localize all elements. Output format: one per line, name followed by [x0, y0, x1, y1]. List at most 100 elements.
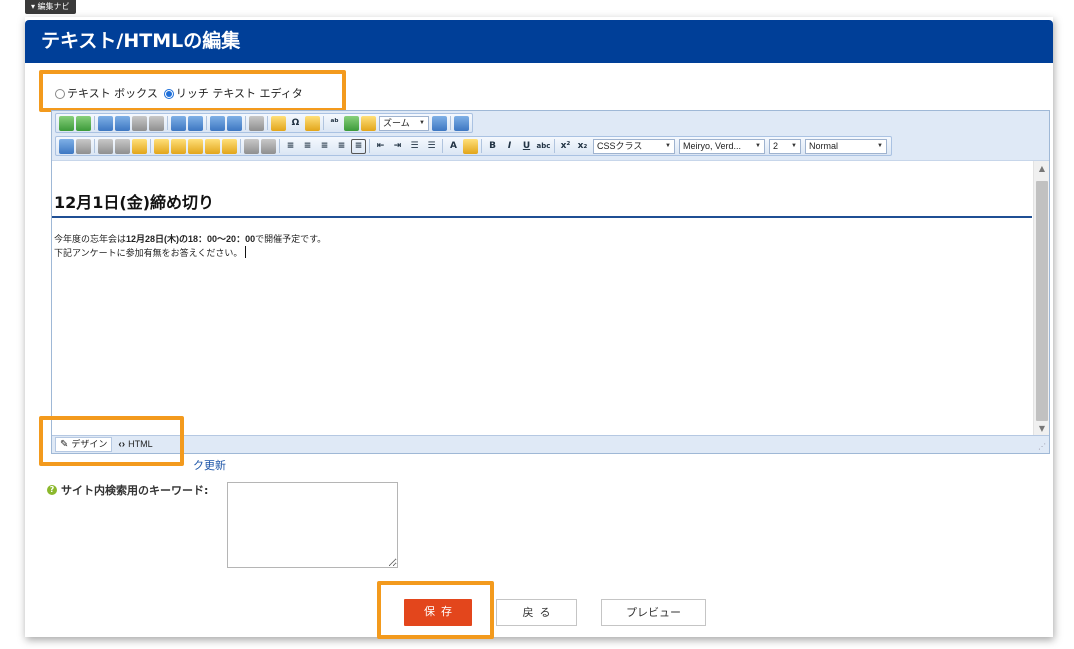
chevron-down-icon: ▼: [791, 142, 797, 149]
back-button[interactable]: 戻る: [496, 599, 577, 626]
separator: [245, 116, 246, 130]
template-icon[interactable]: [188, 115, 203, 131]
italic-icon[interactable]: I: [502, 139, 517, 154]
unlink-icon[interactable]: [76, 115, 91, 131]
zoom-dropdown[interactable]: ズーム ▼: [379, 115, 429, 131]
flash-icon[interactable]: [132, 115, 147, 131]
indent-icon[interactable]: ⇥: [390, 139, 405, 154]
paste-format-icon[interactable]: [222, 138, 237, 154]
paragraph-format-dropdown-label: Normal: [809, 140, 839, 151]
separator: [450, 116, 451, 130]
preview-button[interactable]: プレビュー: [601, 599, 706, 626]
format-stripper-icon[interactable]: [305, 115, 320, 131]
paragraph-format-dropdown[interactable]: Normal ▼: [805, 138, 887, 154]
toolbar-group: Ω ᵃᵇ ズーム ▼: [55, 113, 473, 133]
content-line-1: 今年度の忘年会は12月28日(木)の18：00〜20：00で開催予定です。: [54, 233, 326, 245]
copy-icon[interactable]: [115, 138, 130, 154]
align-left-icon[interactable]: ≡: [283, 139, 298, 154]
keyword-textarea[interactable]: [227, 482, 398, 568]
editor-mode-bar: ✎ デザイン ‹› HTML ⋰: [52, 435, 1049, 453]
chevron-down-icon: ▼: [419, 119, 425, 126]
text-caret: [245, 246, 247, 258]
rich-text-editor: Ω ᵃᵇ ズーム ▼ ≡ ≡ ≡ ≡ ≡ ⇤ ⇥ ☰ ☰ A B I U abc…: [51, 110, 1050, 454]
redo-icon[interactable]: [76, 138, 91, 154]
chevron-down-icon: ▼: [755, 142, 761, 149]
help-icon[interactable]: ?: [47, 485, 57, 495]
horizontal-rule-icon[interactable]: [249, 115, 264, 131]
bold-icon[interactable]: B: [485, 139, 500, 154]
print-icon[interactable]: [244, 138, 259, 154]
justify-icon[interactable]: ≡: [334, 139, 349, 154]
separator: [94, 139, 95, 153]
editor-content-area[interactable]: 12月1日(金)締め切り 今年度の忘年会は12月28日(木)の18：00〜20：…: [52, 160, 1049, 436]
paste-plain-icon[interactable]: [171, 138, 186, 154]
paste-icon[interactable]: [361, 115, 376, 131]
justify-none-icon[interactable]: ≡: [351, 138, 366, 154]
css-class-dropdown-label: CSSクラス: [597, 140, 643, 151]
document-icon[interactable]: [171, 115, 186, 131]
image-icon[interactable]: [98, 115, 113, 131]
separator: [481, 139, 482, 153]
spellcheck-icon[interactable]: ᵃᵇ: [327, 116, 342, 131]
font-color-icon[interactable]: A: [446, 139, 461, 154]
content-line-1-suffix: で開催予定です。: [255, 234, 327, 244]
separator: [206, 116, 207, 130]
separator: [554, 139, 555, 153]
chevron-down-icon: ▼: [877, 142, 883, 149]
font-size-dropdown-label: 2: [773, 140, 779, 151]
separator: [279, 139, 280, 153]
module-manager-icon[interactable]: [432, 115, 447, 131]
content-line-2: 下記アンケートに参加有無をお答えください。: [54, 246, 247, 259]
edit-navi-tab[interactable]: ▾ 編集ナビ: [25, 0, 76, 14]
scroll-up-icon[interactable]: ▲: [1037, 164, 1047, 173]
editor-update-link[interactable]: ク更新: [193, 457, 226, 473]
highlight-color-icon[interactable]: [463, 138, 478, 154]
highlight-mode-tabs: [39, 416, 184, 466]
content-line-1-date: 12月28日(木)の18：00〜20：00: [126, 234, 256, 244]
emoticon-icon[interactable]: [271, 115, 286, 131]
link-icon[interactable]: [59, 115, 74, 131]
insert-row-icon[interactable]: [210, 115, 225, 131]
help-icon[interactable]: [454, 115, 469, 131]
vertical-scrollbar[interactable]: ▲ ▼: [1033, 161, 1049, 436]
content-line-2-text: 下記アンケートに参加有無をお答えください。: [54, 248, 243, 258]
paste-html-icon[interactable]: [188, 138, 203, 154]
align-center-icon[interactable]: ≡: [300, 139, 315, 154]
font-size-dropdown[interactable]: 2 ▼: [769, 138, 801, 154]
align-right-icon[interactable]: ≡: [317, 139, 332, 154]
table-icon[interactable]: [227, 115, 242, 131]
media-icon[interactable]: [149, 115, 164, 131]
paste-word-icon[interactable]: [154, 138, 169, 154]
edit-panel: テキスト/HTMLの編集 テキスト ボックス リッチ テキスト エディタ Ω ᵃ…: [25, 17, 1053, 639]
toolbar-row-1: Ω ᵃᵇ ズーム ▼: [52, 112, 1049, 134]
underline-icon[interactable]: U: [519, 139, 534, 154]
image-manager-icon[interactable]: [115, 115, 130, 131]
scroll-thumb[interactable]: [1036, 181, 1048, 421]
css-class-dropdown[interactable]: CSSクラス ▼: [593, 138, 675, 154]
separator: [240, 139, 241, 153]
subscript-icon[interactable]: x₂: [575, 139, 590, 154]
chevron-down-icon: ▼: [665, 142, 671, 149]
separator: [442, 139, 443, 153]
strikethrough-icon[interactable]: abc: [536, 139, 551, 154]
find-replace-icon[interactable]: [261, 138, 276, 154]
outdent-icon[interactable]: ⇤: [373, 139, 388, 154]
superscript-icon[interactable]: x²: [558, 139, 573, 154]
font-name-dropdown[interactable]: Meiryo, Verd... ▼: [679, 138, 765, 154]
resize-grip-icon[interactable]: ⋰: [1038, 442, 1046, 451]
bullet-list-icon[interactable]: ☰: [424, 139, 439, 154]
highlight-save-button: [377, 581, 494, 639]
cut-icon[interactable]: [98, 138, 113, 154]
undo-icon[interactable]: [59, 138, 74, 154]
scroll-down-icon[interactable]: ▼: [1037, 424, 1047, 433]
separator: [94, 116, 95, 130]
special-char-icon[interactable]: Ω: [288, 116, 303, 131]
find-icon[interactable]: [344, 115, 359, 131]
paste-as-html-icon[interactable]: [205, 138, 220, 154]
content-line-1-prefix: 今年度の忘年会は: [54, 234, 127, 244]
paste-icon[interactable]: [132, 138, 147, 154]
ordered-list-icon[interactable]: ☰: [407, 139, 422, 154]
toolbar-row-2: ≡ ≡ ≡ ≡ ≡ ⇤ ⇥ ☰ ☰ A B I U abc x² x₂ CSSク…: [52, 135, 1049, 157]
highlight-mode-selector: [39, 70, 346, 112]
separator: [267, 116, 268, 130]
